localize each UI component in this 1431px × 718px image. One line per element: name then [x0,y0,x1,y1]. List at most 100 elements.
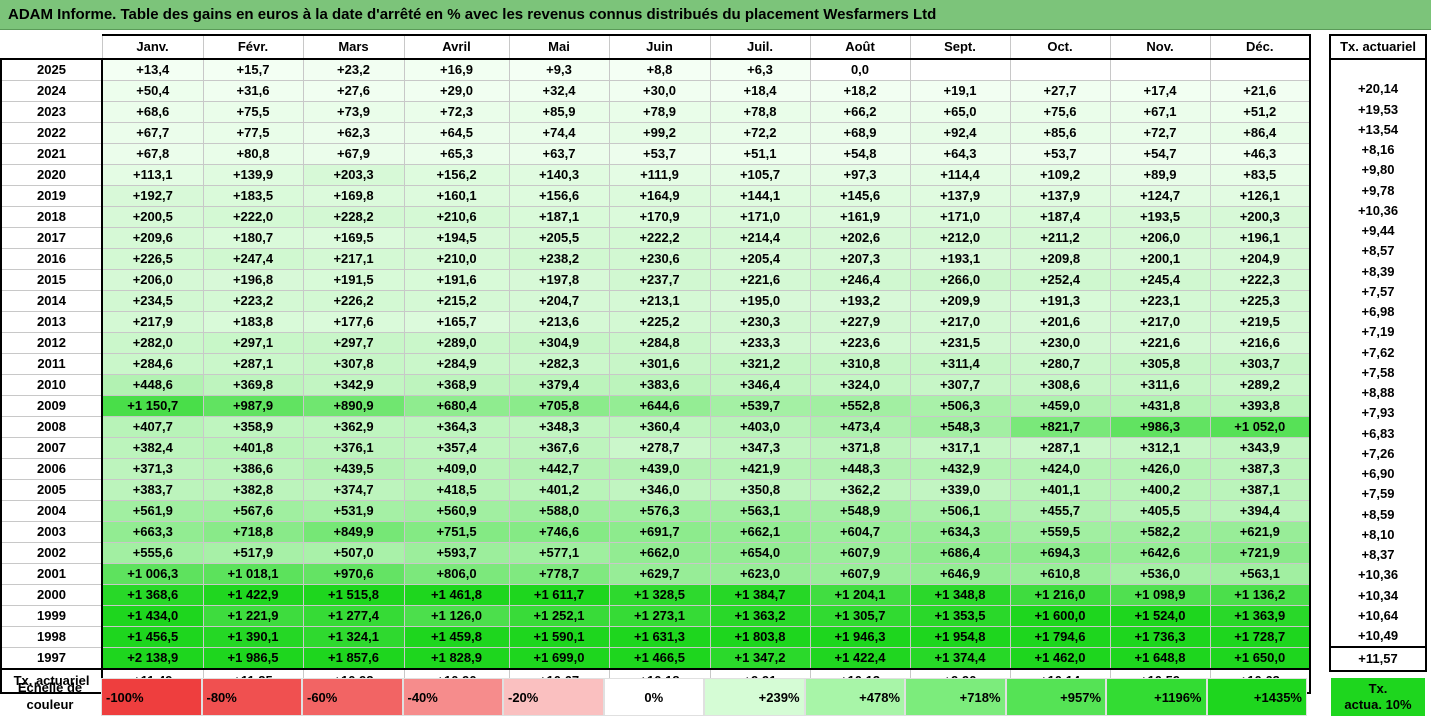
table-row: 2021 +67,8 +80,8 +67,9 +65,3 +63,7 +53,7 +51,1 +… [0,143,1311,165]
gain-cell: +170,9 [608,206,711,228]
gain-cell: +778,7 [508,563,610,585]
gain-cell: +644,6 [608,395,711,417]
month-header: Févr. [202,34,304,60]
gain-cell: +180,7 [202,227,304,249]
gain-cell: +280,7 [1009,353,1111,375]
gain-cell: +576,3 [608,500,711,522]
gain-cell: +51,1 [709,143,811,165]
gain-cell: +324,0 [809,374,911,396]
gain-cell: +53,7 [1009,143,1111,165]
gain-cell: +382,4 [101,437,204,459]
gain-cell: +629,7 [608,563,711,585]
tx-scale-line1: Tx. [1368,681,1388,696]
gain-cell: +559,5 [1009,521,1111,543]
gain-cell: +196,1 [1209,227,1311,249]
gain-cell: +1 273,1 [608,605,711,627]
color-scale-swatch: -80% [201,678,302,716]
gain-cell: +346,0 [608,479,711,501]
gain-cell: +161,9 [809,206,911,228]
tx-cell: +7,19 [1329,322,1427,343]
gain-cell [1109,58,1211,81]
tx-cell: +10,36 [1329,200,1427,221]
gain-cell: +64,5 [403,122,510,144]
gain-cell: +9,3 [508,58,610,81]
month-header: Nov. [1109,34,1211,60]
gain-cell: +304,9 [508,332,610,354]
gain-cell: +201,6 [1009,311,1111,333]
tx-actuariel-column: Tx. actuariel +20,14 +19,53 +13,54 +8,16 +9,… [1329,34,1427,672]
gain-cell: +560,9 [403,500,510,522]
table-row: 2000 +1 368,6 +1 422,9 +1 515,8 +1 461,8 +1 6… [0,584,1311,606]
gain-cell: +1 277,4 [302,605,405,627]
gain-cell: +216,6 [1209,332,1311,354]
table-row: 2016 +226,5 +247,4 +217,1 +210,0 +238,2 +230,6… [0,248,1311,270]
gain-cell: +217,9 [101,311,204,333]
gain-cell: +217,0 [909,311,1011,333]
gain-cell: +310,8 [809,353,911,375]
gain-cell: +986,3 [1109,416,1211,438]
gain-cell: +287,1 [1009,437,1111,459]
gain-cell: +1 434,0 [101,605,204,627]
color-scale-swatch: +1196% [1106,678,1207,716]
gain-cell: +1 216,0 [1009,584,1111,606]
gain-cell: +604,7 [809,521,911,543]
gain-cell: +67,1 [1109,101,1211,123]
gain-cell: +228,2 [302,206,405,228]
gain-cell: +421,9 [709,458,811,480]
gain-cell: +92,4 [909,122,1011,144]
gain-cell: +1 126,0 [403,605,510,627]
gain-cell: +67,7 [101,122,204,144]
gain-cell: +1 600,0 [1009,605,1111,627]
gain-cell: +382,8 [202,479,304,501]
gain-cell: +686,4 [909,542,1011,564]
year-cell: 2017 [0,227,103,249]
gain-cell: +1 590,1 [508,626,610,648]
tx-cell: +7,59 [1329,484,1427,505]
gain-cell: +67,9 [302,143,405,165]
gain-cell: +205,4 [709,248,811,270]
tx-cell [1329,59,1427,80]
gain-cell: +221,6 [1109,332,1211,354]
gain-cell: +405,5 [1109,500,1211,522]
gain-cell [1209,58,1311,81]
gain-cell: +552,8 [809,395,911,417]
gain-cell: +555,6 [101,542,204,564]
gain-cell: +282,3 [508,353,610,375]
gain-cell: +1 098,9 [1109,584,1211,606]
color-scale-swatch: +718% [905,678,1006,716]
gain-cell: +662,0 [608,542,711,564]
gain-cell: +137,9 [909,185,1011,207]
gain-cell: +387,1 [1209,479,1311,501]
gain-cell: +348,3 [508,416,610,438]
gain-cell: +1 466,5 [608,647,711,670]
gain-cell: +111,9 [608,164,711,186]
gain-cell: +234,5 [101,290,204,312]
gain-cell: +193,2 [809,290,911,312]
gain-cell: +970,6 [302,563,405,585]
gain-cell: +160,1 [403,185,510,207]
gain-cell: +206,0 [101,269,204,291]
gain-cell: +140,3 [508,164,610,186]
color-scale: -100% -80% -60% -40% -20% 0% +239% +478% +718% +9… [101,678,1307,716]
gain-cell: +346,4 [709,374,811,396]
gain-cell: +312,1 [1109,437,1211,459]
gain-cell: +207,3 [809,248,911,270]
gain-cell: +401,8 [202,437,304,459]
gain-cell: +473,4 [809,416,911,438]
gain-cell: +230,0 [1009,332,1111,354]
table-row: 2020 +113,1 +139,9 +203,3 +156,2 +140,3 +111,9… [0,164,1311,186]
year-cell: 2015 [0,269,103,291]
gain-cell: +1 006,3 [101,563,204,585]
year-cell: 2022 [0,122,103,144]
gain-cell: +1 611,7 [508,584,610,606]
gain-cell: +455,7 [1009,500,1111,522]
year-cell: 2013 [0,311,103,333]
gain-cell: +8,8 [608,58,711,81]
gain-cell: +536,0 [1109,563,1211,585]
gain-cell: +371,3 [101,458,204,480]
gain-cell: +210,0 [403,248,510,270]
year-cell: 2016 [0,248,103,270]
gain-cell: +1 857,6 [302,647,405,670]
gain-cell: +439,5 [302,458,405,480]
gain-cell: +1 736,3 [1109,626,1211,648]
